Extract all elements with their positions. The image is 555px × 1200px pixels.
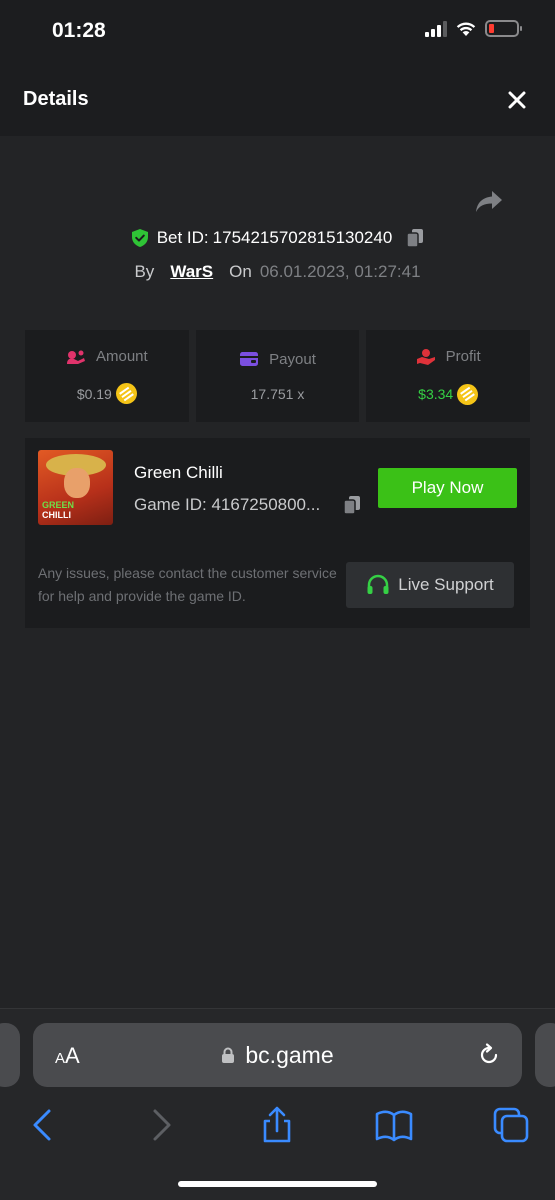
home-indicator [178,1181,377,1187]
stat-amount-value: $0.19 [76,385,112,402]
stat-amount: Amount $0.19 [25,330,189,422]
coin-icon [115,383,137,404]
game-card: GREEN CHILLI Green Chilli Game ID: 41672… [25,438,530,628]
previous-tab-preview[interactable] [0,1023,20,1087]
bet-id-value: 1754215702815130240 [212,228,393,247]
on-label: On [229,262,252,281]
support-note: Any issues, please contact the customer … [38,565,337,604]
verified-shield-icon [131,229,148,247]
profit-icon [416,348,435,365]
status-time: 01:28 [52,19,106,42]
by-label: By [134,262,155,281]
headset-icon [367,574,389,594]
stat-payout-value: 17.751 x [250,385,305,402]
browser-bar: AA bc.game [0,1008,555,1200]
wifi-icon [456,22,476,36]
bet-stats: Amount $0.19 Payout 17.751 x Profit $3.3… [25,330,531,422]
stat-profit: Profit $3.34 [366,330,531,422]
thumb-title-line2: CHILLI [42,510,71,520]
game-thumbnail[interactable]: GREEN CHILLI [38,450,113,525]
status-icons [425,20,522,37]
share-sheet-icon[interactable] [257,1105,297,1145]
bet-id-label: Bet ID: [156,228,209,247]
reload-icon[interactable] [476,1042,502,1068]
coin-icon [457,383,479,405]
bookmarks-icon[interactable] [374,1105,414,1145]
close-icon[interactable] [503,86,531,114]
live-support-label: Live Support [398,575,494,594]
play-now-button[interactable]: Play Now [378,468,517,508]
url-text: bc.game [245,1041,334,1068]
status-bar: 01:28 [0,0,555,62]
share-icon[interactable] [474,188,504,214]
stat-profit-label: Profit [445,348,481,365]
amount-icon [66,350,85,364]
stat-payout-label: Payout [269,350,316,368]
address-bar[interactable]: AA bc.game [33,1023,522,1087]
copy-game-id-icon[interactable] [343,495,361,515]
stat-profit-value: $3.34 [418,386,454,402]
browser-toolbar [0,1105,555,1145]
lock-icon [222,1047,235,1063]
bet-id-row: Bet ID: 1754215702815130240 [0,228,555,248]
bet-user-link[interactable]: WarS [170,262,213,282]
tabs-icon[interactable] [491,1105,531,1145]
stat-amount-label: Amount [95,348,148,365]
details-header: Details [0,62,555,136]
next-tab-preview[interactable] [535,1023,555,1087]
cellular-signal-icon [425,20,447,37]
thumb-title-line1: GREEN [42,500,75,510]
stat-payout: Payout 17.751 x [195,330,360,422]
game-name: Green Chilli [134,463,223,482]
page-title: Details [23,88,89,110]
copy-bet-id-icon[interactable] [406,228,424,248]
live-support-button[interactable]: Live Support [346,562,514,608]
wallet-icon [240,352,259,366]
game-id: Game ID: 4167250800... [134,495,321,514]
battery-icon [485,20,522,37]
bet-meta-row: By WarS On 06.01.2023, 01:27:41 [0,262,555,282]
back-icon[interactable] [22,1105,62,1145]
forward-icon[interactable] [142,1105,182,1145]
bet-datetime: 06.01.2023, 01:27:41 [259,262,421,281]
